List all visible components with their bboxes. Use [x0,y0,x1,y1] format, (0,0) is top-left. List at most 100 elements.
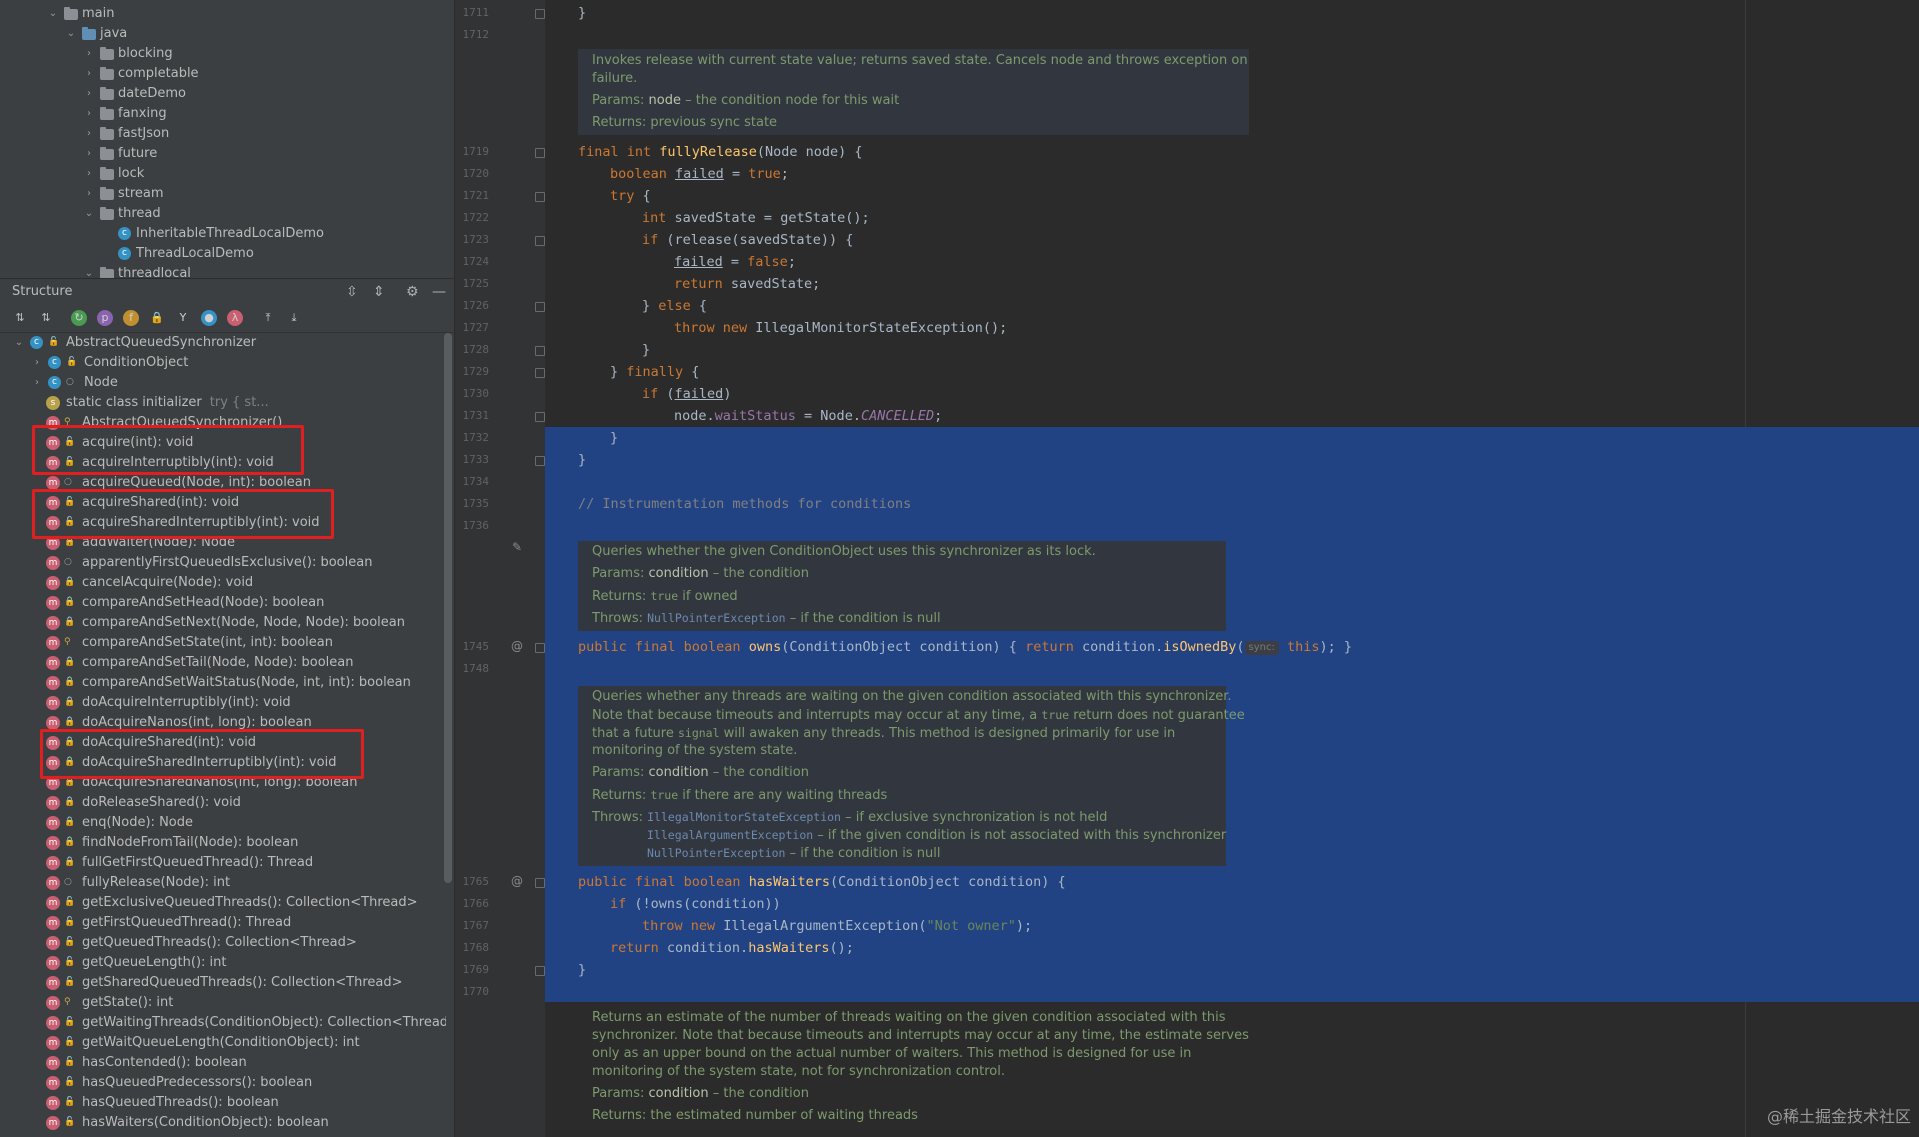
tree-item[interactable]: › lock [0,164,454,184]
structure-item[interactable]: m ⚲ compareAndSetState(int, int): boolean [0,633,446,653]
tree-item[interactable]: › dateDemo [0,84,454,104]
filter-icon[interactable]: Y [175,310,191,326]
fold-marker-icon[interactable] [535,346,545,356]
fold-marker-icon[interactable] [535,643,545,653]
fold-marker-icon[interactable] [535,148,545,158]
autoscroll-to-source-icon[interactable]: ⤒ [260,310,276,326]
structure-item[interactable]: m 🔒 findNodeFromTail(Node): boolean [0,833,446,853]
show-properties-icon[interactable]: p [97,310,113,326]
structure-item[interactable]: m 🔓 hasWaiters(ConditionObject): boolean [0,1113,446,1133]
show-fields-icon[interactable]: f [123,310,139,326]
line-number: 1726 [462,299,490,312]
autoscroll-from-source-icon[interactable]: ⤓ [286,310,302,326]
chevron-right-icon[interactable]: › [30,353,44,373]
minimize-icon[interactable]: — [432,279,446,305]
fold-marker-icon[interactable] [535,236,545,246]
structure-item[interactable]: m 🔓 getWaitingThreads(ConditionObject): Co… [0,1013,446,1033]
structure-item[interactable]: › c ○ Node [0,373,446,393]
line-number: 1720 [462,167,490,180]
structure-item[interactable]: m 🔒 compareAndSetTail(Node, Node): boolean [0,653,446,673]
fold-marker-icon[interactable] [535,302,545,312]
tree-item[interactable]: › fanxing [0,104,454,124]
tree-item[interactable]: ⌄ main [0,4,454,24]
show-lambdas-icon[interactable]: λ [227,310,243,326]
chevron-right-icon[interactable]: › [82,44,96,64]
sort-alpha-icon[interactable]: ⇅ [12,310,28,326]
chevron-right-icon[interactable]: › [82,144,96,164]
fold-marker-icon[interactable] [535,192,545,202]
fold-marker-icon[interactable] [535,368,545,378]
gear-icon[interactable]: ⚙ [406,279,419,305]
tree-item[interactable]: › blocking [0,44,454,64]
structure-item[interactable]: m 🔒 doAcquireInterruptibly(int): void [0,693,446,713]
fold-marker-icon[interactable] [535,456,545,466]
structure-item[interactable]: m 🔓 getQueuedThreads(): Collection<Thread> [0,933,446,953]
structure-item[interactable]: m 🔒 cancelAcquire(Node): void [0,573,446,593]
tree-item[interactable]: c ThreadLocalDemo [0,244,454,264]
tree-item[interactable]: › completable [0,64,454,84]
override-marker-icon[interactable]: @ [511,874,523,888]
fold-marker-icon[interactable] [535,9,545,19]
tree-item[interactable]: ⌄ thread [0,204,454,224]
structure-item[interactable]: m 🔓 hasContended(): boolean [0,1053,446,1073]
protected-key-icon: ⚲ [64,637,71,647]
line-number: 1765 [462,875,490,888]
structure-item[interactable]: m 🔓 getExclusiveQueuedThreads(): Collectio… [0,893,446,913]
chevron-down-icon[interactable]: ⌄ [12,333,26,353]
tree-item[interactable]: › stream [0,184,454,204]
line-number: 1767 [462,919,490,932]
chevron-right-icon[interactable]: › [82,64,96,84]
sort-visibility-icon[interactable]: ⇅ [38,310,54,326]
override-marker-icon[interactable]: @ [511,639,523,653]
collapse-all-icon[interactable]: ⇕ [373,279,385,305]
tree-item[interactable]: ⌄ java [0,24,454,44]
structure-item[interactable]: m 🔓 getQueueLength(): int [0,953,446,973]
structure-item[interactable]: m 🔓 getFirstQueuedThread(): Thread [0,913,446,933]
code-line: public final boolean owns(ConditionObjec… [578,639,1353,655]
structure-item[interactable]: m 🔒 compareAndSetNext(Node, Node, Node): b… [0,613,446,633]
edit-pencil-icon[interactable]: ✎ [512,540,522,554]
chevron-down-icon[interactable]: ⌄ [46,4,60,24]
code-editor[interactable]: } Invokes release with current state val… [545,0,1919,1137]
chevron-right-icon[interactable]: › [82,84,96,104]
chevron-right-icon[interactable]: › [82,104,96,124]
structure-item[interactable]: m 🔒 enq(Node): Node [0,813,446,833]
structure-item[interactable]: › c 🔓 ConditionObject [0,353,446,373]
chevron-right-icon[interactable]: › [30,373,44,393]
public-unlock-icon: 🔓 [64,1077,76,1087]
chevron-down-icon[interactable]: ⌄ [64,24,78,44]
tree-item[interactable]: › future [0,144,454,164]
chevron-right-icon[interactable]: › [82,124,96,144]
public-unlock-icon: 🔓 [64,1017,76,1027]
structure-item[interactable]: m 🔓 getWaitQueueLength(ConditionObject): i… [0,1033,446,1053]
chevron-right-icon[interactable]: › [82,184,96,204]
line-number: 1723 [462,233,490,246]
structure-item[interactable]: m 🔓 getSharedQueuedThreads(): Collection<T… [0,973,446,993]
tree-item[interactable]: c InheritableThreadLocalDemo [0,224,454,244]
chevron-down-icon[interactable]: ⌄ [82,264,96,278]
show-anonymous-icon[interactable]: ● [201,310,217,326]
chevron-down-icon[interactable]: ⌄ [82,204,96,224]
fold-marker-icon[interactable] [535,878,545,888]
expand-all-icon[interactable]: ⇳ [346,279,358,305]
package-icon [100,207,114,221]
fold-marker-icon[interactable] [535,966,545,976]
structure-item[interactable]: m ○ fullyRelease(Node): int [0,873,446,893]
structure-item[interactable]: m ○ apparentlyFirstQueuedIsExclusive(): bo… [0,553,446,573]
structure-item[interactable]: m 🔒 compareAndSetHead(Node): boolean [0,593,446,613]
structure-item[interactable]: m 🔒 doReleaseShared(): void [0,793,446,813]
structure-item[interactable]: m 🔒 compareAndSetWaitStatus(Node, int, int… [0,673,446,693]
chevron-right-icon[interactable]: › [82,164,96,184]
structure-item[interactable]: m 🔓 hasQueuedPredecessors(): boolean [0,1073,446,1093]
structure-item[interactable]: m 🔓 hasQueuedThreads(): boolean [0,1093,446,1113]
fold-marker-icon[interactable] [535,412,545,422]
structure-item[interactable]: ⌄ c 🔓 AbstractQueuedSynchronizer [0,333,446,353]
show-inherited-icon[interactable]: ↻ [71,310,87,326]
structure-item[interactable]: s static class initializer try { st... [0,393,446,413]
structure-item[interactable]: m 🔒 fullGetFirstQueuedThread(): Thread [0,853,446,873]
tree-item[interactable]: ⌄ threadlocal [0,264,454,278]
show-non-public-icon[interactable]: 🔒 [149,310,165,326]
tree-item[interactable]: › fastJson [0,124,454,144]
structure-scrollbar[interactable] [444,333,452,883]
structure-item[interactable]: m ⚲ getState(): int [0,993,446,1013]
